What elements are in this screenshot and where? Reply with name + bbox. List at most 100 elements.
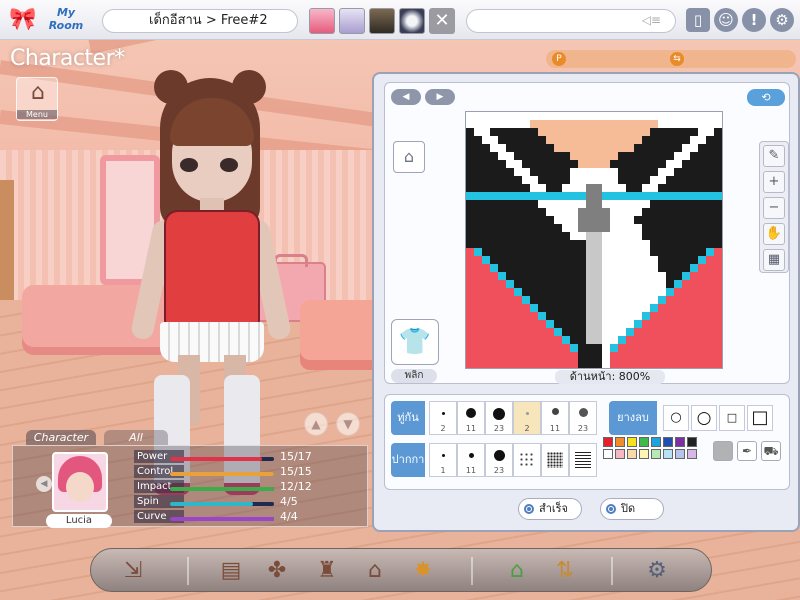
friend-avatar-dark[interactable] [369, 8, 395, 34]
alert-icon[interactable]: ! [742, 8, 766, 32]
pixel-block [522, 192, 530, 200]
shirt-part-icon[interactable]: ⌂ [393, 141, 425, 173]
pixel-block [586, 280, 602, 288]
pixel-block [490, 144, 506, 152]
menu-button[interactable]: ⌂ Menu [16, 77, 58, 121]
flip-button[interactable]: พลิก [391, 369, 437, 383]
friend-avatar-lavender[interactable] [339, 8, 365, 34]
chat-input[interactable]: ◁≡ [466, 9, 676, 33]
palette-swatch[interactable] [615, 437, 625, 447]
pixel-block [466, 192, 474, 200]
star-icon[interactable]: ✸ [405, 553, 441, 589]
shirt-preview-icon[interactable]: 👕 [391, 319, 439, 365]
mailbox-icon[interactable]: ▯ [686, 8, 710, 32]
palette-swatch[interactable] [651, 437, 661, 447]
pen-size-option[interactable]: 23 [485, 443, 513, 477]
palette-swatch[interactable] [651, 449, 661, 459]
pen-pattern-dots[interactable] [513, 443, 541, 477]
palette-swatch[interactable] [627, 437, 637, 447]
swap-icon[interactable]: ⇆ [670, 52, 684, 66]
eraser-tool-label[interactable]: ยางลบ [609, 401, 657, 435]
palette-swatch[interactable] [603, 437, 613, 447]
finish-button[interactable]: สำเร็จ [518, 498, 582, 520]
palette-swatch[interactable] [615, 449, 625, 459]
settings-icon[interactable]: ⚙ [770, 8, 794, 32]
next-button[interactable]: ▶ [425, 89, 455, 105]
exchange-icon[interactable]: ⇅ [547, 553, 583, 589]
palette-swatch[interactable] [639, 449, 649, 459]
tab-character[interactable]: Character [26, 430, 96, 445]
eraser-small-square[interactable]: □ [719, 405, 745, 431]
palette-swatch[interactable] [663, 437, 673, 447]
close-button[interactable]: ปิด [600, 498, 664, 520]
eraser-large-circle[interactable]: ○ [691, 405, 717, 431]
hand-icon[interactable]: ✋ [763, 223, 785, 245]
palette-swatch[interactable] [687, 437, 697, 447]
room-icon[interactable]: ⌂ [357, 553, 393, 589]
my-room-logo[interactable]: My Room [42, 6, 90, 34]
pixel-block [666, 296, 722, 304]
pencil-icon[interactable]: ✎ [763, 145, 785, 167]
prev-button[interactable]: ◀ [391, 89, 421, 105]
pixel-block [530, 184, 546, 192]
brush-size-option[interactable]: 23 [569, 401, 597, 435]
pixel-block [466, 256, 482, 264]
eraser-small-circle[interactable]: ○ [663, 405, 689, 431]
pen-pattern-lines[interactable] [569, 443, 597, 477]
friend-avatar-pink[interactable] [309, 8, 335, 34]
pixel-block [506, 192, 514, 200]
wardrobe-icon[interactable]: ♜ [309, 553, 345, 589]
pixel-canvas[interactable] [465, 111, 723, 369]
zoom-out-icon[interactable]: − [763, 197, 785, 219]
megaphone-icon[interactable]: ◁≡ [642, 13, 661, 27]
stat-bar-fill [170, 517, 274, 521]
map-icon[interactable]: ▤ [213, 553, 249, 589]
settings-icon[interactable]: ⚙ [639, 553, 675, 589]
eraser-large-square[interactable]: □ [747, 405, 773, 431]
palette-swatch[interactable] [603, 449, 613, 459]
pixel-block [578, 160, 610, 168]
prev-character-button[interactable]: ◀ [36, 476, 52, 492]
friends-icon[interactable]: ☺ [714, 8, 738, 32]
palette-swatch[interactable] [639, 437, 649, 447]
palette-swatch[interactable] [675, 449, 685, 459]
zoom-in-icon[interactable]: + [763, 171, 785, 193]
refresh-icon[interactable]: ⟲ [747, 89, 785, 106]
zoom-label: ด้านหน้า: 800% [555, 370, 665, 384]
pen-size-option[interactable]: 11 [457, 443, 485, 477]
right-toolbar: ✎ + − ✋ ▦ [759, 141, 789, 273]
grid-icon[interactable]: ▦ [763, 249, 785, 271]
brush-size-option-selected[interactable]: 2 [513, 401, 541, 435]
close-slot-button[interactable]: ✕ [429, 8, 455, 34]
eyedropper-icon[interactable]: ✒ [737, 441, 757, 461]
tab-all[interactable]: All [104, 430, 168, 445]
friend-avatar-orb[interactable] [399, 8, 425, 34]
brush-size-option[interactable]: 11 [457, 401, 485, 435]
palette-swatch[interactable] [663, 449, 673, 459]
house-icon[interactable]: ⌂ [499, 553, 535, 589]
pen-tool-label[interactable]: ปากกา [391, 443, 425, 477]
stat-bar-fill [170, 472, 274, 476]
coin-icon[interactable]: P [552, 52, 566, 66]
pixel-block [706, 120, 722, 128]
pixel-block [466, 248, 474, 256]
shop-icon[interactable]: ✤ [259, 553, 295, 589]
tool-panel: ทู่กัน ปากกา ยางลบ 2 11 23 2 11 23 1 11 … [384, 394, 790, 490]
paint-bucket-icon[interactable]: ⛟ [761, 441, 781, 461]
bow-logo-icon[interactable]: 🎀 [6, 6, 40, 34]
brush-size-option[interactable]: 11 [541, 401, 569, 435]
pixel-block [666, 160, 682, 168]
brush-size-option[interactable]: 2 [429, 401, 457, 435]
stat-bar [170, 457, 274, 461]
palette-swatch[interactable] [687, 449, 697, 459]
pen-size-option[interactable]: 1 [429, 443, 457, 477]
stat-bar [170, 487, 274, 491]
brush-tool-label[interactable]: ทู่กัน [391, 401, 425, 435]
current-color-swatch[interactable] [713, 441, 733, 461]
exit-icon[interactable]: ⇲ [115, 553, 151, 589]
palette-swatch[interactable] [675, 437, 685, 447]
palette-swatch[interactable] [627, 449, 637, 459]
brush-size-option[interactable]: 23 [485, 401, 513, 435]
pen-pattern-dense[interactable] [541, 443, 569, 477]
pixel-block [586, 264, 602, 272]
